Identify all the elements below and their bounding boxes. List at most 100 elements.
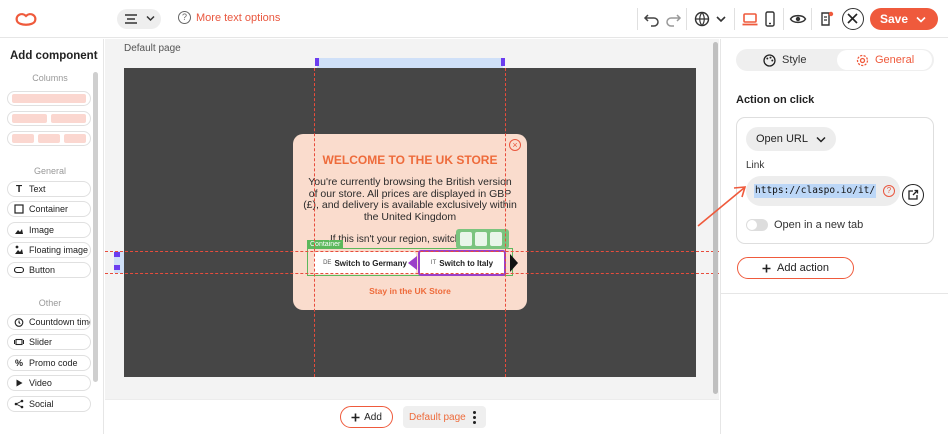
component-floating-image[interactable]: Floating image: [7, 242, 91, 258]
switch-italy-label: Switch to Italy: [439, 258, 494, 268]
top-toolbar: ? More text options Save: [0, 0, 948, 38]
add-action-label: Add action: [777, 262, 829, 274]
slider-icon: [14, 337, 24, 347]
plus-icon: [351, 413, 360, 421]
component-label: Countdown timer: [29, 317, 91, 327]
open-link-button[interactable]: [902, 184, 924, 206]
component-social[interactable]: Social: [7, 396, 91, 412]
toolbar-action-icon[interactable]: [490, 232, 502, 246]
component-label: Floating image: [29, 245, 89, 255]
globe-icon[interactable]: [693, 10, 711, 28]
chevron-down-icon[interactable]: [712, 10, 730, 28]
preview-eye-icon[interactable]: [789, 10, 807, 28]
image-icon: [14, 225, 24, 235]
popup-title[interactable]: WELCOME TO THE UK STORE: [293, 153, 527, 167]
add-action-button[interactable]: Add action: [737, 257, 854, 279]
component-sidebar: Add component Columns General T Text Con…: [0, 39, 104, 434]
component-promo-code[interactable]: % Promo code: [7, 355, 91, 371]
guide-line: [105, 273, 719, 274]
toolbar-divider: [734, 8, 735, 30]
component-text[interactable]: T Text: [7, 181, 91, 197]
guide-line: [505, 68, 506, 377]
more-text-options-link[interactable]: ? More text options: [178, 11, 280, 24]
component-slider[interactable]: Slider: [7, 334, 91, 350]
help-icon[interactable]: ?: [883, 185, 895, 197]
action-type-value: Open URL: [756, 133, 808, 145]
component-video[interactable]: Video: [7, 375, 91, 391]
panel-divider: [720, 293, 948, 294]
popup-body-text[interactable]: You're currently browsing the British ve…: [303, 176, 517, 223]
column-layout-2[interactable]: [7, 111, 91, 126]
component-label: Container: [29, 204, 69, 214]
container-square-icon: [14, 204, 24, 214]
close-icon: [847, 13, 858, 24]
timer-icon: [14, 317, 24, 327]
component-countdown[interactable]: Countdown timer: [7, 314, 91, 330]
toolbar-divider: [811, 8, 812, 30]
flag-it-label: IT: [430, 260, 437, 266]
switch-germany-label: Switch to Germany: [334, 258, 407, 268]
component-button[interactable]: Button: [7, 262, 91, 278]
tab-style[interactable]: Style: [763, 49, 806, 71]
move-left-arrow-icon[interactable]: [408, 256, 417, 270]
toolbar-divider: [637, 8, 638, 30]
toolbar-action-icon[interactable]: [475, 232, 487, 246]
more-vertical-icon[interactable]: [472, 410, 476, 424]
column-layout-1[interactable]: [7, 91, 91, 106]
redo-icon[interactable]: [664, 10, 682, 28]
resize-handle[interactable]: [114, 265, 120, 270]
stay-uk-link[interactable]: Stay in the UK Store: [293, 286, 527, 296]
container-tag: Container: [307, 240, 344, 249]
close-editor-button[interactable]: [842, 8, 864, 30]
page-tab[interactable]: Default page: [403, 406, 486, 428]
component-container[interactable]: Container: [7, 201, 91, 217]
claspo-logo-icon[interactable]: [14, 9, 38, 29]
component-label: Image: [29, 225, 55, 235]
resize-handle[interactable]: [315, 58, 319, 66]
link-input-value[interactable]: https://claspo.io/it/: [754, 184, 877, 198]
link-label: Link: [746, 160, 765, 171]
component-label: Button: [29, 265, 56, 275]
chevron-down-icon: [916, 16, 926, 23]
section-other-label: Other: [38, 298, 62, 308]
action-type-select[interactable]: Open URL: [746, 127, 836, 151]
report-icon[interactable]: [818, 10, 836, 28]
text-align-dropdown[interactable]: [117, 9, 161, 29]
button-pill-icon: [14, 265, 24, 275]
annotation-arrow-icon: [697, 186, 747, 227]
external-link-icon: [908, 189, 919, 200]
save-button-label: Save: [880, 12, 909, 26]
align-lines-icon: [125, 14, 137, 24]
component-label: Social: [29, 399, 54, 409]
more-text-options-label: More text options: [196, 11, 281, 24]
component-label: Video: [29, 378, 52, 388]
palette-icon: [763, 53, 776, 67]
guide-line: [314, 68, 315, 377]
toolbar-action-icon[interactable]: [460, 232, 472, 246]
column-layout-3[interactable]: [7, 131, 91, 146]
toolbar-divider: [686, 8, 687, 30]
tab-general[interactable]: General: [856, 49, 914, 71]
component-image[interactable]: Image: [7, 222, 91, 238]
save-button[interactable]: Save: [870, 8, 938, 30]
guide-line: [105, 251, 719, 252]
move-right-arrow-icon[interactable]: [510, 254, 518, 272]
resize-handle[interactable]: [501, 58, 505, 66]
switch-germany-button[interactable]: DE Switch to Germany: [314, 252, 416, 274]
tab-style-label: Style: [782, 54, 807, 66]
page-tab-label: Default page: [409, 411, 466, 423]
desktop-view-icon[interactable]: [741, 10, 759, 28]
sidebar-scrollbar[interactable]: [93, 72, 98, 382]
add-page-button[interactable]: Add: [340, 406, 393, 428]
page-label: Default page: [124, 43, 181, 54]
mobile-view-icon[interactable]: [761, 10, 779, 28]
percent-icon: %: [14, 358, 23, 368]
new-tab-toggle-label: Open in a new tab: [774, 219, 864, 231]
resize-handle[interactable]: [114, 252, 120, 257]
component-label: Slider: [29, 337, 53, 347]
element-toolbar[interactable]: [456, 229, 509, 249]
flag-de-label: DE: [323, 260, 332, 266]
undo-icon[interactable]: [643, 10, 661, 28]
popup-close-icon[interactable]: ×: [509, 139, 521, 151]
gear-icon: [856, 54, 869, 66]
